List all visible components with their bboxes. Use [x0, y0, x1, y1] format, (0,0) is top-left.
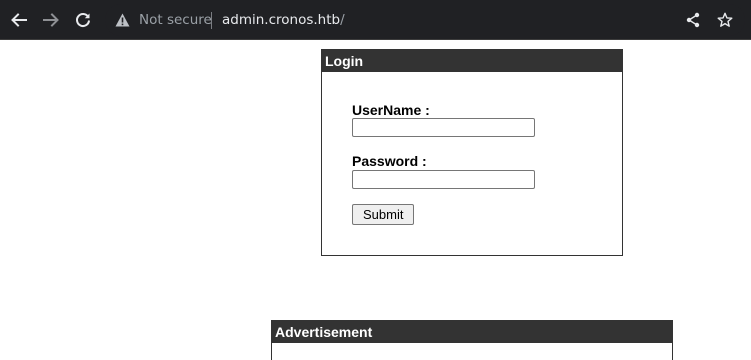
- advertisement-panel: Advertisement: [271, 320, 673, 360]
- forward-button[interactable]: [39, 8, 63, 32]
- username-input[interactable]: [352, 118, 535, 137]
- browser-toolbar: Not secure admin.cronos.htb/: [0, 0, 751, 40]
- login-panel: Login UserName : Password : Submit: [321, 49, 623, 256]
- url-text[interactable]: admin.cronos.htb/: [222, 11, 345, 29]
- security-status-label[interactable]: Not secure: [139, 11, 212, 29]
- advertisement-title: Advertisement: [272, 320, 672, 343]
- username-label: UserName :: [352, 102, 430, 118]
- arrow-right-icon: [42, 11, 60, 29]
- url-path: /: [340, 12, 345, 28]
- back-button[interactable]: [7, 8, 31, 32]
- arrow-left-icon: [10, 11, 28, 29]
- reload-button[interactable]: [71, 8, 95, 32]
- reload-icon: [74, 11, 92, 29]
- omnibox-divider: [211, 12, 212, 29]
- login-title: Login: [322, 50, 622, 72]
- submit-button[interactable]: Submit: [352, 204, 415, 225]
- password-input[interactable]: [352, 170, 535, 189]
- url-host: admin.cronos.htb: [222, 12, 341, 28]
- share-button[interactable]: [681, 8, 705, 32]
- password-label: Password :: [352, 153, 427, 169]
- bookmark-button[interactable]: [713, 8, 737, 32]
- share-icon: [685, 12, 701, 28]
- star-icon: [717, 12, 733, 28]
- address-bar[interactable]: Not secure admin.cronos.htb/: [105, 4, 745, 36]
- warning-triangle-icon[interactable]: [115, 13, 130, 27]
